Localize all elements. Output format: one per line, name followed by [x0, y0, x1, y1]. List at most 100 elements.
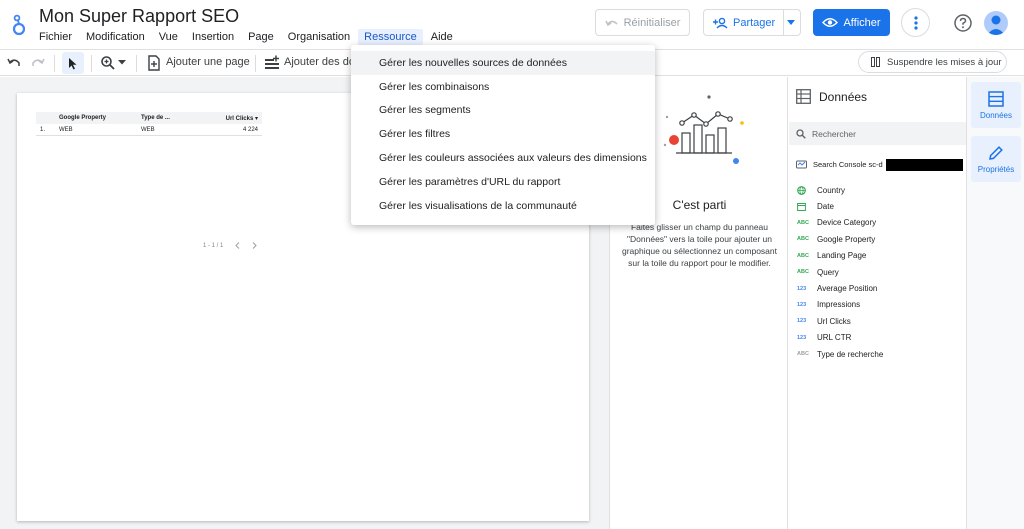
menu-fichier[interactable]: Fichier — [33, 29, 78, 45]
ressource-dropdown-menu: Gérer les nouvelles sources de données G… — [351, 45, 655, 225]
field-item[interactable]: ABC Type de recherche — [797, 346, 883, 362]
select-tool-icon[interactable] — [62, 52, 84, 74]
table-header-type[interactable]: Type de ... — [141, 115, 201, 121]
menu-vue[interactable]: Vue — [153, 29, 184, 45]
field-item[interactable]: ABC Device Category — [797, 215, 883, 231]
add-data-icon[interactable] — [264, 55, 280, 71]
data-search-input[interactable]: Rechercher — [789, 122, 966, 145]
menu-item-gerer-sources[interactable]: Gérer les nouvelles sources de données — [351, 51, 655, 75]
number-type-icon: 123 — [797, 318, 807, 325]
globe-icon — [797, 185, 817, 195]
data-table-icon — [988, 90, 1004, 107]
field-name: Average Position — [817, 284, 878, 294]
menu-item-gerer-parametres-url[interactable]: Gérer les paramètres d'URL du rapport — [351, 170, 655, 194]
field-name: Device Category — [817, 218, 877, 228]
pause-icon — [871, 57, 880, 67]
toolbar-divider — [54, 55, 55, 72]
number-type-icon: 123 — [797, 285, 807, 292]
menu-item-gerer-couleurs[interactable]: Gérer les couleurs associées aux valeurs… — [351, 146, 655, 170]
tab-proprietes[interactable]: Propriétés — [971, 136, 1021, 182]
menu-insertion[interactable]: Insertion — [186, 29, 240, 45]
text-type-icon: ABC — [797, 351, 809, 358]
field-name: URL CTR — [817, 333, 852, 343]
reset-label: Réinitialiser — [623, 16, 681, 29]
chevron-left-icon[interactable] — [235, 242, 240, 249]
view-button[interactable]: Afficher — [813, 9, 890, 36]
data-panel: Données Rechercher Search Console sc-d C… — [789, 77, 966, 529]
field-name: Impressions — [817, 300, 861, 310]
search-console-icon — [796, 159, 807, 170]
toolbar-divider — [136, 55, 137, 72]
zoom-caret-icon[interactable] — [118, 60, 126, 76]
more-options-icon[interactable] — [901, 8, 930, 37]
menu-item-gerer-filtres[interactable]: Gérer les filtres — [351, 122, 655, 146]
add-page-icon[interactable] — [146, 55, 162, 71]
row-property: WEB — [59, 126, 73, 133]
row-index: 1. — [40, 126, 46, 133]
data-table[interactable]: Google Property Type de ... Url Clicks ▾… — [36, 112, 262, 136]
menu-modification[interactable]: Modification — [80, 29, 151, 45]
row-type: WEB — [141, 126, 155, 133]
looker-studio-logo-icon[interactable] — [10, 12, 30, 36]
text-type-icon: ABC — [797, 252, 809, 259]
field-item[interactable]: 123 Impressions — [797, 297, 883, 313]
field-item[interactable]: Country — [797, 182, 883, 198]
menu-organisation[interactable]: Organisation — [282, 29, 356, 45]
menu-item-gerer-visualisations[interactable]: Gérer les visualisations de la communaut… — [351, 194, 655, 218]
empty-state-description: Faites glisser un champ du panneau "Donn… — [622, 222, 777, 268]
menubar: Fichier Modification Vue Insertion Page … — [33, 27, 461, 46]
pause-updates-button[interactable]: Suspendre les mises à jour — [858, 51, 1007, 73]
menu-ressource[interactable]: Ressource — [358, 28, 423, 45]
report-title[interactable]: Mon Super Rapport SEO — [39, 6, 239, 27]
field-item[interactable]: ABC Landing Page — [797, 248, 883, 264]
undo-arrow-icon — [604, 18, 619, 28]
reset-button[interactable]: Réinitialiser — [595, 9, 690, 36]
search-placeholder: Rechercher — [812, 128, 856, 139]
search-icon — [796, 128, 806, 139]
zoom-icon[interactable] — [100, 55, 116, 71]
data-source-name: Search Console sc-d — [813, 160, 883, 169]
field-name: Date — [817, 202, 834, 212]
field-name: Landing Page — [817, 251, 867, 261]
avatar[interactable] — [984, 11, 1008, 35]
table-header: Google Property Type de ... Url Clicks ▾ — [36, 112, 262, 124]
toolbar-divider — [255, 55, 256, 72]
redacted-block — [886, 159, 963, 171]
field-name: Google Property — [817, 234, 876, 244]
add-person-icon — [712, 17, 728, 29]
undo-icon[interactable] — [6, 55, 22, 71]
share-label: Partager — [733, 16, 776, 29]
field-item[interactable]: ABC Query — [797, 264, 883, 280]
add-page-button[interactable]: Ajouter une page — [166, 56, 250, 68]
menu-aide[interactable]: Aide — [425, 29, 459, 45]
pagination-text: 1 - 1 / 1 — [203, 242, 224, 249]
text-type-icon: ABC — [797, 219, 809, 226]
redo-icon[interactable] — [30, 55, 46, 71]
table-pagination: 1 - 1 / 1 — [203, 242, 258, 249]
field-item[interactable]: Date — [797, 198, 883, 214]
help-icon[interactable] — [953, 13, 973, 33]
field-name: Query — [817, 267, 839, 277]
field-name: Url Clicks — [817, 316, 851, 326]
menu-page[interactable]: Page — [242, 29, 280, 45]
pencil-icon — [988, 145, 1004, 161]
table-header-clicks[interactable]: Url Clicks ▾ — [201, 115, 262, 122]
data-source-selector[interactable]: Search Console sc-d — [796, 159, 883, 170]
share-dropdown-caret-icon[interactable] — [784, 10, 798, 35]
field-item[interactable]: 123 URL CTR — [797, 330, 883, 346]
field-item[interactable]: 123 Url Clicks — [797, 313, 883, 329]
toolbar-divider — [91, 55, 92, 72]
menu-item-gerer-combinaisons[interactable]: Gérer les combinaisons — [351, 75, 655, 99]
number-type-icon: 123 — [797, 301, 807, 308]
tab-donnees[interactable]: Données — [971, 82, 1021, 128]
chevron-right-icon[interactable] — [252, 242, 258, 249]
field-item[interactable]: ABC Google Property — [797, 231, 883, 247]
menu-item-gerer-segments[interactable]: Gérer les segments — [351, 99, 655, 123]
share-button[interactable]: Partager — [703, 9, 801, 36]
text-type-icon: ABC — [797, 236, 809, 243]
add-data-button[interactable]: Ajouter des do — [284, 56, 355, 68]
table-header-property[interactable]: Google Property — [59, 115, 141, 121]
field-item[interactable]: 123 Average Position — [797, 280, 883, 296]
empty-state-illustration — [662, 91, 747, 176]
tab-proprietes-label: Propriétés — [977, 164, 1015, 174]
